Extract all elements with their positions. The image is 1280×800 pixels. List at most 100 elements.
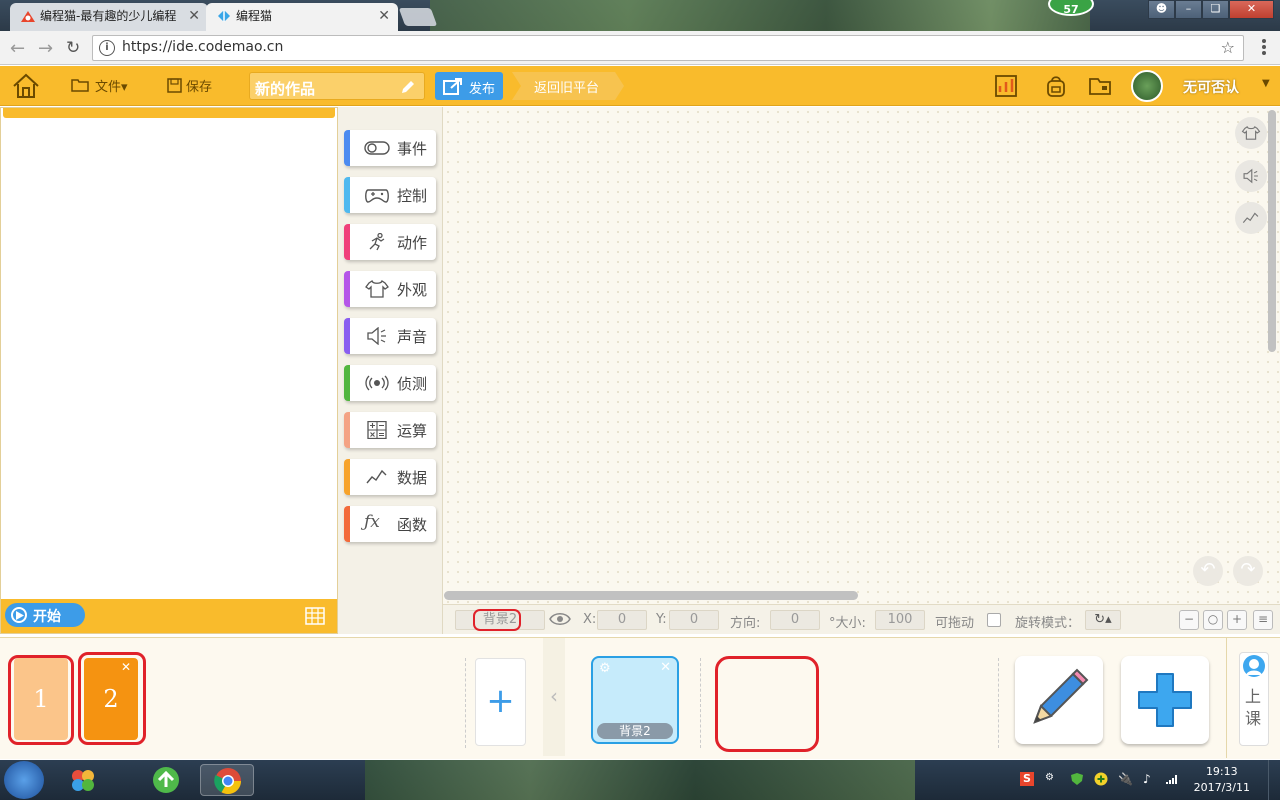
bottom-panel: 1 2 ✕ + ‹ ⚙ ✕ 背景2 上课 xyxy=(0,637,1280,759)
folder-works-icon[interactable] xyxy=(1088,74,1112,98)
maximize-button[interactable]: ❑ xyxy=(1202,0,1229,19)
url-text: https://ide.codemao.cn xyxy=(122,39,284,55)
speaker-icon xyxy=(367,327,386,345)
url-input[interactable]: i https://ide.codemao.cn ☆ xyxy=(92,35,1244,61)
redo-icon[interactable]: ↷ xyxy=(1233,556,1263,586)
zoom-in-icon[interactable]: + xyxy=(1227,610,1247,630)
system-clock[interactable]: 19:13 2017/3/11 xyxy=(1194,764,1250,796)
category-events[interactable]: 事件 xyxy=(344,130,436,166)
rotation-mode-select[interactable]: ↻▴ xyxy=(1085,610,1121,630)
save-button[interactable]: 保存 xyxy=(186,76,212,95)
add-scene-button[interactable]: + xyxy=(475,658,526,746)
shirt-icon xyxy=(1241,125,1261,140)
close-icon[interactable]: ✕ xyxy=(660,660,671,675)
minimize-button[interactable]: – xyxy=(1175,0,1202,19)
paint-sprite-button[interactable] xyxy=(1015,656,1103,744)
x-input[interactable]: 0 xyxy=(597,610,647,630)
zoom-out-icon[interactable]: − xyxy=(1179,610,1199,630)
show-desktop-button[interactable] xyxy=(1268,760,1280,800)
sprite-name-tag: 背景2 xyxy=(597,723,673,739)
data-tool-button[interactable] xyxy=(1235,202,1267,234)
category-operators[interactable]: 运算 xyxy=(344,412,436,448)
app-launcher-icon[interactable] xyxy=(62,764,104,796)
sprite-card[interactable]: ⚙ ✕ 背景2 xyxy=(591,656,679,744)
size-input[interactable]: 100 xyxy=(875,610,925,630)
hamburger-menu-icon[interactable]: ≡ xyxy=(1253,610,1273,630)
stage-canvas[interactable] xyxy=(3,118,335,598)
backpack-icon[interactable] xyxy=(1044,74,1068,98)
chrome-taskbar-icon[interactable] xyxy=(200,764,254,796)
back-arrow-icon[interactable]: ← xyxy=(10,38,25,59)
toggle-icon xyxy=(364,141,390,155)
draggable-checkbox[interactable] xyxy=(987,613,1001,627)
horizontal-scrollbar[interactable] xyxy=(444,591,858,600)
plus-circle-icon[interactable] xyxy=(1094,772,1108,786)
network-icon[interactable] xyxy=(1165,772,1179,786)
file-menu[interactable]: 文件▾ xyxy=(95,76,128,95)
start-button[interactable]: 开始 xyxy=(5,603,85,627)
category-label: 外观 xyxy=(397,281,428,299)
user-switch-button[interactable]: ☻ xyxy=(1148,0,1175,19)
ime-settings-icon[interactable]: ⚙ xyxy=(1045,772,1059,786)
category-data[interactable]: 数据 xyxy=(344,459,436,495)
teacher-icon xyxy=(1243,655,1265,677)
category-looks[interactable]: 外观 xyxy=(344,271,436,307)
gear-icon[interactable]: ⚙ xyxy=(599,661,611,676)
chart-report-icon[interactable] xyxy=(994,74,1018,98)
forward-arrow-icon[interactable]: → xyxy=(38,38,53,59)
highlight-annotation xyxy=(715,656,819,752)
category-control[interactable]: 控制 xyxy=(344,177,436,213)
category-motion[interactable]: 动作 xyxy=(344,224,436,260)
project-title-input[interactable]: 新的作品 xyxy=(249,72,425,100)
close-window-button[interactable]: ✕ xyxy=(1229,0,1274,19)
browser-tab-2[interactable]: 编程猫 ✕ xyxy=(206,3,398,31)
new-tab-button[interactable] xyxy=(398,8,438,26)
category-label: 控制 xyxy=(397,187,428,205)
class-button[interactable]: 上课 xyxy=(1226,638,1280,758)
reload-icon[interactable]: ↻ xyxy=(66,38,80,58)
costume-tool-button[interactable] xyxy=(1235,117,1267,149)
publish-button[interactable]: 发布 xyxy=(435,72,503,100)
share-icon xyxy=(443,78,462,95)
browser-menu-icon[interactable] xyxy=(1262,39,1266,57)
avatar[interactable] xyxy=(1131,70,1163,102)
ime-icon[interactable]: S xyxy=(1020,772,1034,786)
os-taskbar: S ⚙ 🔌 ♪ 19:13 2017/3/11 xyxy=(0,760,1280,800)
power-icon[interactable]: 🔌 xyxy=(1118,772,1133,786)
start-label: 开始 xyxy=(33,609,61,625)
undo-icon[interactable]: ↶ xyxy=(1193,556,1223,586)
volume-icon[interactable]: ♪ xyxy=(1143,772,1157,786)
tab-close-icon[interactable]: ✕ xyxy=(188,3,200,29)
address-bar: ← → ↻ i https://ide.codemao.cn ☆ xyxy=(0,31,1280,65)
category-label: 侦测 xyxy=(397,375,428,393)
y-input[interactable]: 0 xyxy=(669,610,719,630)
function-icon: ƒx xyxy=(364,512,380,532)
pencil-icon[interactable] xyxy=(400,79,416,95)
bookmark-star-icon[interactable]: ☆ xyxy=(1221,38,1235,57)
chevron-down-icon[interactable]: ▼ xyxy=(1262,78,1270,89)
info-icon[interactable]: i xyxy=(99,40,115,56)
category-sound[interactable]: 声音 xyxy=(344,318,436,354)
browser-update-icon[interactable] xyxy=(145,764,187,796)
vertical-scrollbar[interactable] xyxy=(1268,110,1276,352)
script-workspace[interactable] xyxy=(443,107,1280,604)
publish-label: 发布 xyxy=(469,82,496,97)
browser-tab-1[interactable]: 编程猫-最有趣的少儿编程 ✕ xyxy=(10,3,208,31)
username[interactable]: 无可否认 xyxy=(1183,77,1239,97)
add-sprite-button[interactable] xyxy=(1121,656,1209,744)
direction-input[interactable]: 0 xyxy=(770,610,820,630)
category-functions[interactable]: ƒx 函数 xyxy=(344,506,436,542)
back-old-platform-button[interactable]: 返回旧平台 xyxy=(512,72,624,100)
windows-start-icon[interactable] xyxy=(4,761,44,799)
tab-close-icon[interactable]: ✕ xyxy=(378,3,390,29)
category-sensing[interactable]: 侦测 xyxy=(344,365,436,401)
eye-icon[interactable] xyxy=(549,612,571,626)
home-icon[interactable] xyxy=(12,73,40,99)
category-label: 函数 xyxy=(397,516,428,534)
grid-icon[interactable] xyxy=(305,607,325,625)
browser-titlebar: 编程猫-最有趣的少儿编程 ✕ 编程猫 ✕ 57 ☻ – ❑ ✕ xyxy=(0,0,1280,31)
zoom-reset-icon[interactable]: ○ xyxy=(1203,610,1223,630)
sound-tool-button[interactable] xyxy=(1235,160,1267,192)
shield-icon[interactable] xyxy=(1070,772,1084,786)
chevron-left-icon[interactable]: ‹ xyxy=(543,638,565,756)
